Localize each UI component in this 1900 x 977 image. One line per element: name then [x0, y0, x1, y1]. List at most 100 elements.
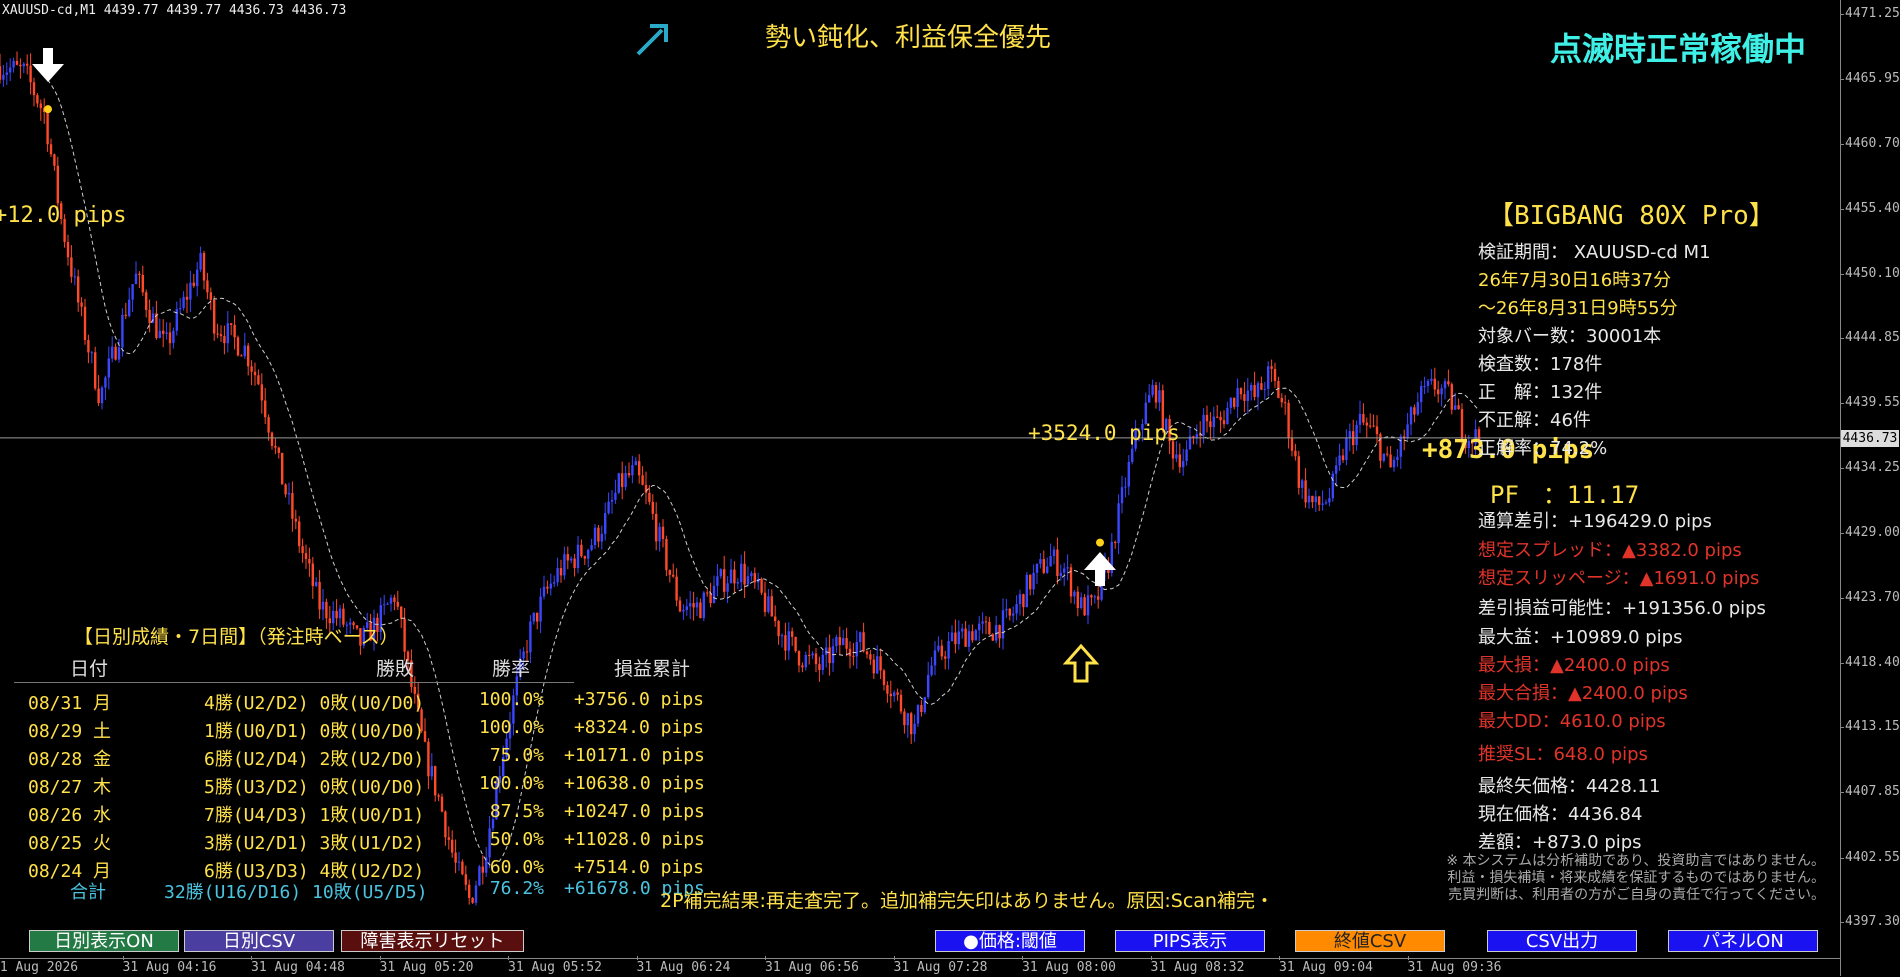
candle-body [954, 632, 957, 645]
candle-body [1236, 388, 1239, 407]
time-tick: 31 Aug 07:28 [893, 956, 988, 975]
candle-body [1233, 397, 1236, 407]
row-date: 08/27 木 [28, 777, 112, 798]
candle-body [165, 332, 168, 334]
candle-body [100, 387, 104, 404]
candle-body [648, 492, 651, 502]
candle-body [383, 604, 386, 606]
candle-body [736, 582, 739, 584]
row-rate: 100.0% [478, 773, 544, 794]
candle-body [1015, 604, 1018, 614]
daily-display-on-button[interactable]: 日別表示ON [29, 930, 179, 952]
candle-body [267, 417, 270, 433]
candle-body [1059, 572, 1062, 576]
candle-body [597, 527, 600, 542]
header-result: 勝敗 [376, 658, 415, 680]
fault-reset-button[interactable]: 障害表示リセット [341, 930, 524, 952]
candle-body [937, 645, 940, 651]
candle-body [304, 553, 308, 560]
pips-display-button[interactable]: PIPS表示 [1115, 930, 1265, 952]
candle-body [743, 563, 746, 585]
candle-body [5, 72, 8, 75]
candle-body [848, 648, 852, 656]
price-threshold-button[interactable]: ●価格:閾値 [935, 930, 1085, 952]
candle-body [1178, 454, 1181, 468]
panel-on-button[interactable]: パネルON [1668, 930, 1818, 952]
spread: 想定スプレッド：▲3382.0 pips [1478, 540, 1742, 561]
candle-body [29, 65, 32, 83]
candle-body [910, 713, 913, 735]
total-row: 合計 32勝(U16/D16) 10敗(U5/D5) 76.2% +61678.… [14, 878, 714, 906]
row-date: 08/29 土 [28, 721, 112, 742]
correct-count: 正 解：132件 [1478, 382, 1603, 403]
candle-body [94, 352, 97, 389]
candle-body [1290, 437, 1294, 451]
row-pips: +8324.0 pips [573, 717, 704, 738]
candle-body [930, 665, 933, 675]
candle-body [590, 545, 593, 550]
candle-body [668, 570, 671, 575]
chart-area[interactable]: XAUUSD-cd,M1 4439.77 4439.77 4436.73 443… [0, 0, 1840, 958]
candle-body [814, 653, 818, 665]
candle-body [964, 628, 967, 647]
recommended-sl: 推奨SL：648.0 pips [1478, 744, 1648, 765]
candle-body [559, 568, 563, 576]
candle-body [1284, 402, 1287, 404]
candle-body [570, 558, 573, 561]
time-tick: 31 Aug 06:56 [765, 956, 859, 975]
bars-count: 対象バー数：30001本 [1478, 326, 1662, 347]
candle-body [247, 345, 250, 367]
candle-body [981, 621, 984, 624]
candle-body [298, 521, 301, 547]
candle-body [573, 558, 576, 568]
time-tick: 31 Aug 06:24 [636, 956, 731, 975]
candle-body [811, 653, 814, 656]
total-diff: 通算差引：+196429.0 pips [1478, 511, 1712, 532]
candle-body [1267, 366, 1270, 389]
net-possible: 差引損益可能性：+191356.0 pips [1478, 598, 1766, 619]
candle-body [889, 693, 892, 697]
candle-body [1420, 386, 1423, 403]
candle-body [1440, 388, 1443, 395]
candle-body [1029, 574, 1032, 590]
row-rate: 60.0% [489, 857, 544, 878]
candle-body [852, 655, 855, 657]
candle-body [1063, 568, 1066, 573]
max-total-loss: 最大合損：▲2400.0 pips [1478, 683, 1688, 704]
time-axis[interactable]: 31 Aug 2026 31 Aug 04:16 31 Aug 04:48 31 Au… [0, 956, 1840, 977]
candle-body [978, 623, 981, 631]
candle-body [274, 445, 277, 448]
candle-body [1148, 395, 1151, 403]
candle-body [1447, 381, 1450, 385]
candle-body [1386, 453, 1389, 455]
candle-body [862, 632, 865, 652]
candle-body [859, 632, 862, 642]
close-price-csv-button[interactable]: 終値CSV [1295, 930, 1445, 952]
candle-body [903, 711, 906, 726]
candle-body [264, 400, 267, 418]
disclaimer-line-1: ※ 本システムは分析補助であり、投資助言ではありません。 [1446, 853, 1825, 869]
candle-body [760, 578, 763, 593]
candle-body [689, 603, 692, 607]
candle-body [134, 273, 138, 285]
candle-body [920, 705, 923, 713]
candle-body [818, 664, 821, 670]
candle-body [961, 628, 964, 632]
candle-body [838, 637, 841, 646]
header-rate: 勝率 [492, 658, 531, 680]
candle-body [1358, 413, 1362, 425]
candle-body [1124, 486, 1127, 488]
time-tick: 31 Aug 08:00 [1022, 956, 1116, 975]
csv-output-button[interactable]: CSV出力 [1487, 930, 1637, 952]
total-result: 32勝(U16/D16) 10敗(U5/D5) [164, 882, 428, 903]
candle-body [723, 569, 726, 592]
daily-csv-button[interactable]: 日別CSV [184, 930, 334, 952]
candle-body [9, 67, 12, 73]
candle-body [787, 631, 790, 651]
candle-body [821, 654, 824, 670]
daily-separator [14, 682, 574, 683]
candle-body [835, 637, 838, 647]
period-label: 検証期間： XAUUSD-cd M1 [1478, 242, 1711, 263]
price-axis[interactable]: 4471.25 4465.95 4460.70 4455.40 4450.10 4444.… [1840, 0, 1900, 976]
candle-body [896, 692, 899, 695]
